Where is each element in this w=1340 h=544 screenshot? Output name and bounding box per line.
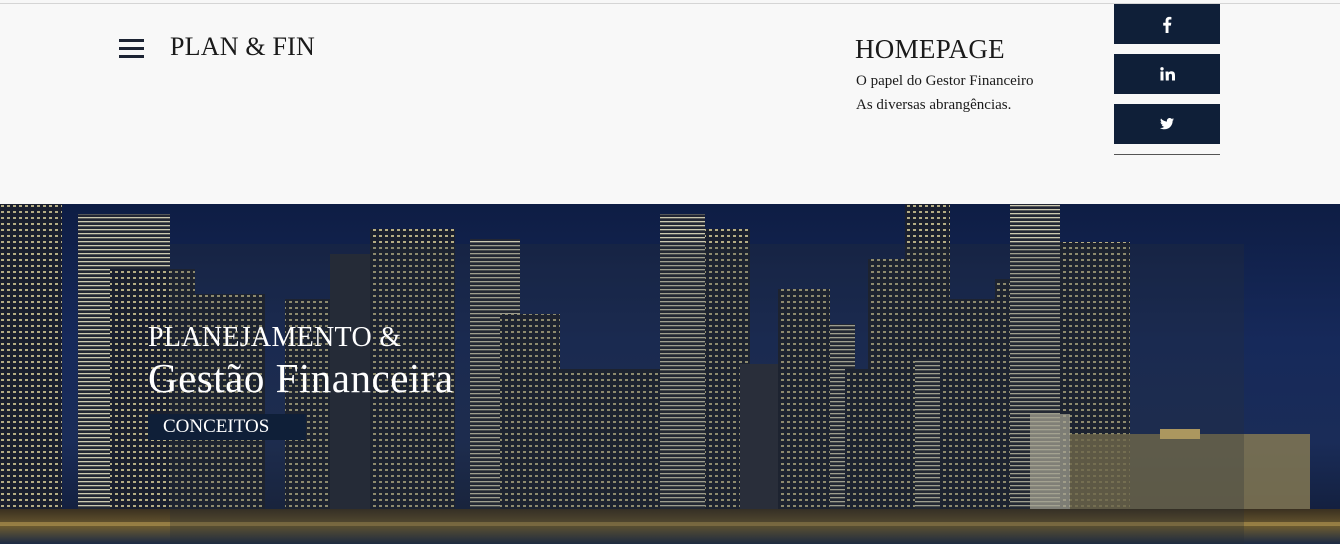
site-header: PLAN & FIN HOMEPAGE O papel do Gestor Fi… <box>0 4 1340 204</box>
twitter-button[interactable] <box>1114 104 1220 144</box>
hero-heading-line2: Gestão Financeira <box>148 355 454 401</box>
facebook-icon <box>1163 16 1172 33</box>
conceitos-button[interactable]: CONCEITOS <box>148 414 306 440</box>
social-divider <box>1114 154 1220 155</box>
hero-heading-line1: PLANEJAMENTO & <box>148 322 402 353</box>
linkedin-icon <box>1159 67 1175 81</box>
nav-link-abrangencias[interactable]: As diversas abrangências. <box>856 97 1011 114</box>
nav-homepage-title[interactable]: HOMEPAGE <box>855 34 1005 65</box>
facebook-button[interactable] <box>1114 4 1220 44</box>
linkedin-button[interactable] <box>1114 54 1220 94</box>
hero-banner: PLANEJAMENTO & Gestão Financeira CONCEIT… <box>0 204 1340 544</box>
hamburger-menu-icon[interactable] <box>119 39 144 59</box>
nav-link-gestor-financeiro[interactable]: O papel do Gestor Financeiro <box>856 73 1033 90</box>
site-brand[interactable]: PLAN & FIN <box>170 32 315 62</box>
twitter-icon <box>1160 118 1174 130</box>
